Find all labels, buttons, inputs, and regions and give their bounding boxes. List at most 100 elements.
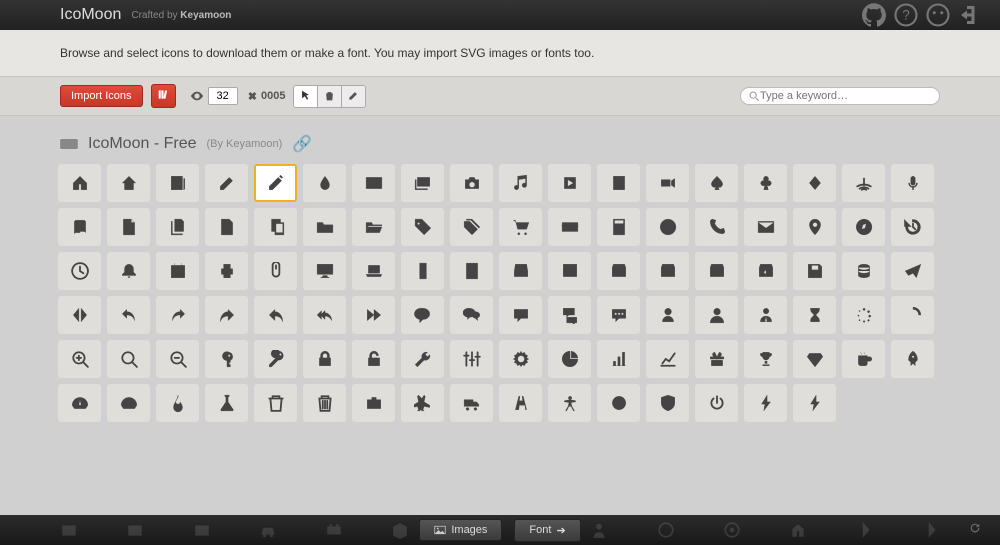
icon-power[interactable] [695, 384, 738, 422]
icon-database[interactable] [842, 252, 885, 290]
icon-zoom-out[interactable] [156, 340, 199, 378]
icon-comments[interactable] [548, 296, 591, 334]
icon-newspaper[interactable] [156, 164, 199, 202]
icon-files-empty[interactable] [156, 208, 199, 246]
icon-bell[interactable] [107, 252, 150, 290]
icon-printer[interactable] [205, 252, 248, 290]
icon-clock[interactable] [58, 252, 101, 290]
icon-calendar[interactable] [156, 252, 199, 290]
icon-trophy[interactable] [744, 340, 787, 378]
icon-calculator[interactable] [597, 208, 640, 246]
icon-diamond[interactable] [793, 164, 836, 202]
icon-compass[interactable] [842, 208, 885, 246]
icon-envelope[interactable] [744, 208, 787, 246]
icon-phone[interactable] [695, 208, 738, 246]
logout-icon[interactable] [958, 3, 982, 27]
icon-mug[interactable] [842, 340, 885, 378]
search-box[interactable] [740, 87, 940, 105]
icon-pencil2[interactable] [254, 164, 297, 202]
font-tab-button[interactable]: Font ➔ [514, 519, 580, 542]
icon-stats[interactable] [646, 340, 689, 378]
icon-fast-forward[interactable] [352, 296, 395, 334]
icon-hourglass[interactable] [793, 296, 836, 334]
icon-location[interactable] [793, 208, 836, 246]
icon-comment[interactable] [499, 296, 542, 334]
images-tab-button[interactable]: Images [419, 519, 502, 541]
edit-tool-button[interactable] [342, 86, 365, 107]
icon-user[interactable] [646, 296, 689, 334]
icon-shield[interactable] [646, 384, 689, 422]
icon-road[interactable] [499, 384, 542, 422]
icon-tag[interactable] [401, 208, 444, 246]
icon-drawer2[interactable] [548, 252, 591, 290]
link-icon[interactable]: 🔗 [292, 134, 312, 154]
icon-credit-card[interactable] [548, 208, 591, 246]
library-button[interactable] [151, 84, 176, 108]
icon-user-tie[interactable] [744, 296, 787, 334]
icon-camera[interactable] [450, 164, 493, 202]
icon-cart[interactable] [499, 208, 542, 246]
icon-laptop[interactable] [352, 252, 395, 290]
icon-spade[interactable] [695, 164, 738, 202]
icon-images[interactable] [401, 164, 444, 202]
icon-upload[interactable] [744, 252, 787, 290]
icon-lifebuoy[interactable] [646, 208, 689, 246]
icon-zoom-in[interactable] [58, 340, 101, 378]
icon-droplet[interactable] [303, 164, 346, 202]
icon-equalizer[interactable] [450, 340, 493, 378]
icon-mic[interactable] [891, 164, 934, 202]
icon-music[interactable] [499, 164, 542, 202]
icon-lock[interactable] [303, 340, 346, 378]
icon-airplane[interactable] [401, 384, 444, 422]
import-icons-button[interactable]: Import Icons [60, 85, 143, 107]
icon-accessibility[interactable] [548, 384, 591, 422]
icon-meter[interactable] [58, 384, 101, 422]
icon-folder-open[interactable] [352, 208, 395, 246]
icon-flip-horizontal[interactable] [58, 296, 101, 334]
account-icon[interactable] [926, 3, 950, 27]
icon-diamond2[interactable] [793, 340, 836, 378]
icon-history[interactable] [891, 208, 934, 246]
refresh-icon[interactable] [968, 521, 982, 540]
icon-key[interactable] [205, 340, 248, 378]
icon-search[interactable] [107, 340, 150, 378]
icon-forward[interactable] [205, 296, 248, 334]
icon-film[interactable] [597, 164, 640, 202]
icon-copy[interactable] [254, 208, 297, 246]
icon-rocket[interactable] [891, 340, 934, 378]
icon-cog[interactable] [499, 340, 542, 378]
icon-floppy-disk[interactable] [793, 252, 836, 290]
icon-spinner[interactable] [842, 296, 885, 334]
icon-spinner2[interactable] [891, 296, 934, 334]
deselect-count[interactable]: ✖ 0005 [248, 90, 286, 103]
icon-bar-chart[interactable] [597, 340, 640, 378]
icon-pencil[interactable] [205, 164, 248, 202]
icon-redo[interactable] [156, 296, 199, 334]
icon-box-remove[interactable] [646, 252, 689, 290]
icon-dots[interactable] [597, 296, 640, 334]
icon-undo[interactable] [107, 296, 150, 334]
github-icon[interactable] [862, 3, 886, 27]
icon-tablet[interactable] [450, 252, 493, 290]
icon-flash[interactable] [744, 384, 787, 422]
icon-mobile[interactable] [401, 252, 444, 290]
icon-paper-plane[interactable] [891, 252, 934, 290]
icon-key2[interactable] [254, 340, 297, 378]
drag-handle-icon[interactable] [60, 142, 78, 146]
icon-club[interactable] [744, 164, 787, 202]
icon-bin[interactable] [254, 384, 297, 422]
search-input[interactable] [760, 90, 931, 102]
help-icon[interactable]: ? [894, 3, 918, 27]
icon-bubble[interactable] [401, 296, 444, 334]
icon-play[interactable] [548, 164, 591, 202]
icon-wrench[interactable] [401, 340, 444, 378]
select-tool-button[interactable] [294, 86, 318, 107]
icon-tags[interactable] [450, 208, 493, 246]
icon-download[interactable] [695, 252, 738, 290]
delete-tool-button[interactable] [318, 86, 342, 107]
icon-home2[interactable] [107, 164, 150, 202]
icon-home[interactable] [58, 164, 101, 202]
icon-folder[interactable] [303, 208, 346, 246]
icon-bin2[interactable] [303, 384, 346, 422]
icon-target[interactable] [597, 384, 640, 422]
